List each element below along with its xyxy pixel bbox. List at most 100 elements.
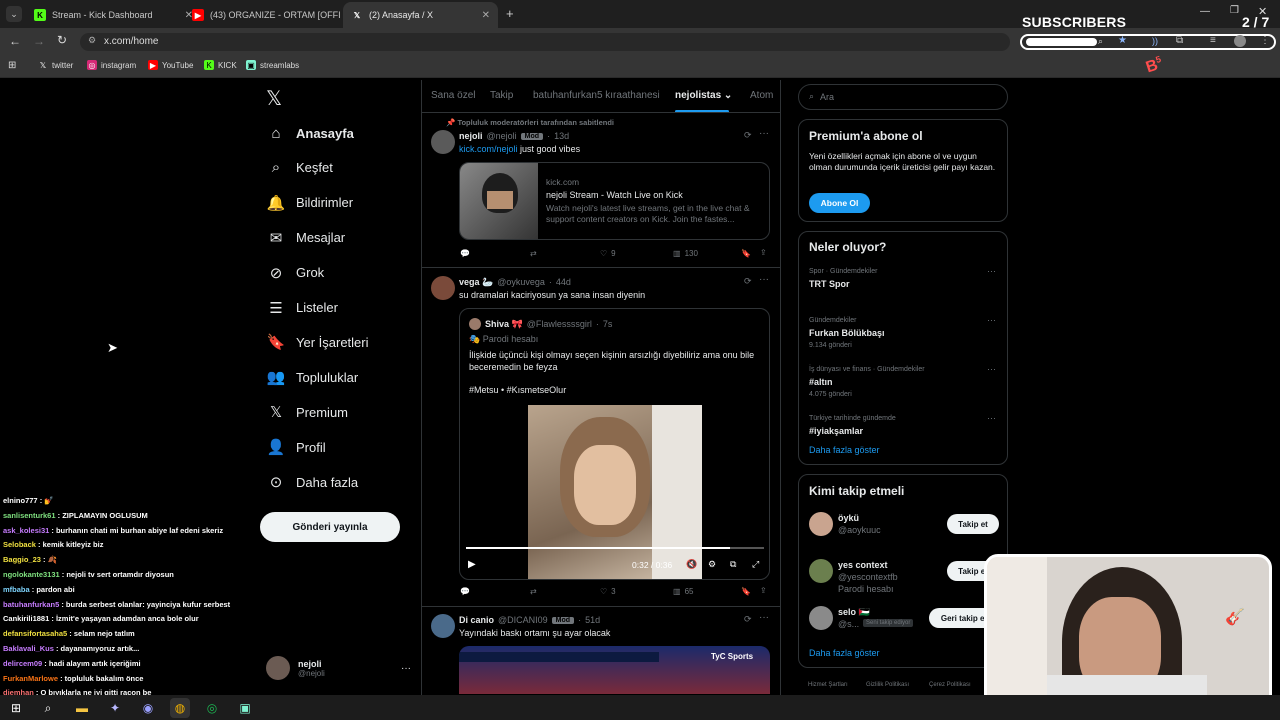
quote-video[interactable] bbox=[528, 405, 702, 579]
nav-item-search[interactable]: ⌕ Keşfet bbox=[266, 153, 333, 183]
like-button[interactable]: ♡ 9 bbox=[600, 249, 616, 258]
browser-tab[interactable]: ▶ (43) ORGANIZE - ORTAM [OFFI ✕ bbox=[184, 2, 359, 28]
grok-icon[interactable]: ⟳ bbox=[744, 276, 752, 287]
playlist-icon[interactable]: ≡ bbox=[1210, 35, 1216, 46]
bookmark-icon[interactable]: 🔖 bbox=[741, 587, 751, 596]
apps-icon[interactable]: ⊞ bbox=[8, 60, 16, 71]
like-button[interactable]: ♡ 3 bbox=[600, 587, 616, 596]
spotify-icon[interactable]: ◎ bbox=[202, 698, 222, 718]
back-icon[interactable]: ← bbox=[9, 34, 21, 48]
post-button[interactable]: Gönderi yayınla bbox=[260, 512, 400, 542]
grok-icon[interactable]: ⟳ bbox=[744, 614, 752, 625]
follow-show-more[interactable]: Daha fazla göster bbox=[809, 648, 880, 658]
tab-nejolistas[interactable]: nejolistas ⌄ bbox=[675, 90, 732, 101]
tab-search-icon[interactable]: ⌄ bbox=[6, 6, 22, 22]
more-icon[interactable]: ··· bbox=[987, 266, 996, 276]
repost-icon[interactable]: ⇄ bbox=[530, 587, 537, 596]
footer-terms[interactable]: Hizmet Şartları bbox=[808, 682, 848, 688]
follow-button[interactable]: Takip et bbox=[947, 514, 999, 534]
fullscreen-icon[interactable]: ⤢ bbox=[752, 559, 759, 570]
follow-name[interactable]: yes context bbox=[838, 560, 888, 570]
link-card[interactable]: kick.com nejoli Stream - Watch Live on K… bbox=[459, 162, 770, 240]
streamlabs-icon[interactable]: ▣ bbox=[235, 698, 255, 718]
tab-kiraathanesi[interactable]: batuhanfurkan5 kıraathanesi bbox=[533, 90, 660, 101]
nav-item-profile[interactable]: 👤 Profil bbox=[266, 432, 326, 462]
post-media[interactable]: TyC Sports bbox=[459, 646, 770, 694]
trend-item[interactable]: #altın bbox=[809, 377, 833, 387]
avatar[interactable] bbox=[431, 614, 455, 638]
play-icon[interactable]: ▶ bbox=[468, 559, 476, 570]
maximize-icon[interactable]: ❐ bbox=[1230, 5, 1239, 16]
minimize-icon[interactable]: — bbox=[1200, 6, 1210, 17]
nav-item-mail[interactable]: ✉ Mesajlar bbox=[266, 223, 345, 253]
search-input[interactable]: ⌕ Ara bbox=[798, 84, 1008, 110]
nav-item-more-circle[interactable]: ⊙ Daha fazla bbox=[266, 467, 358, 497]
trends-show-more[interactable]: Daha fazla göster bbox=[809, 445, 880, 455]
extension-icon[interactable]: )) bbox=[1152, 36, 1158, 46]
share-icon[interactable]: ⇪ bbox=[760, 586, 767, 595]
browser-tab[interactable]: K Stream - Kick Dashboard ✕ bbox=[26, 2, 201, 28]
windows-start-icon[interactable]: ⊞ bbox=[6, 698, 26, 718]
views-button[interactable]: ▥ 130 bbox=[673, 249, 698, 258]
more-icon[interactable]: ··· bbox=[987, 315, 996, 325]
browser-tab-active[interactable]: 𝕏 (2) Anasayfa / X ✕ bbox=[343, 2, 498, 28]
bookmark-streamlabs[interactable]: ▣ streamlabs bbox=[246, 60, 299, 70]
trend-item[interactable]: TRT Spor bbox=[809, 279, 850, 289]
account-switcher[interactable]: nejoli @nejoli ··· bbox=[266, 654, 411, 682]
x-logo-icon[interactable]: 𝕏 bbox=[266, 86, 282, 111]
share-icon[interactable]: ⇪ bbox=[760, 248, 767, 257]
search-icon[interactable]: ⌕ bbox=[38, 698, 58, 718]
quote-tweet[interactable]: Shiva 🎀 @Flawlessssgirl · 7s 🎭 Parodi he… bbox=[459, 308, 770, 580]
menu-dots-icon[interactable]: ⋮ bbox=[1260, 35, 1270, 46]
reply-icon[interactable]: 💬 bbox=[460, 249, 470, 258]
forward-icon[interactable]: → bbox=[33, 34, 45, 48]
address-bar[interactable]: ⚙ x.com/home bbox=[80, 33, 1010, 51]
more-icon[interactable]: ··· bbox=[759, 612, 769, 623]
file-explorer-icon[interactable]: ▬ bbox=[72, 698, 92, 718]
views-button[interactable]: ▥ 65 bbox=[673, 587, 693, 596]
tab-takip[interactable]: Takip bbox=[490, 90, 513, 101]
footer-privacy[interactable]: Gizlilik Politikası bbox=[866, 682, 909, 688]
grok-icon[interactable]: ⟳ bbox=[744, 130, 752, 141]
nav-item-bell[interactable]: 🔔 Bildirimler bbox=[266, 188, 353, 218]
avatar[interactable] bbox=[431, 276, 455, 300]
nav-item-list[interactable]: ☰ Listeler bbox=[266, 293, 338, 323]
chrome-icon[interactable]: ◍ bbox=[170, 698, 190, 718]
tab-sana-ozel[interactable]: Sana özel bbox=[431, 90, 475, 101]
nav-item-home[interactable]: ⌂ Anasayfa bbox=[266, 118, 353, 148]
avatar[interactable] bbox=[809, 512, 833, 536]
bookmark-instagram[interactable]: ◎ instagram bbox=[87, 60, 136, 70]
mute-icon[interactable]: 🔇 bbox=[686, 559, 697, 570]
post-link[interactable]: kick.com/nejoli bbox=[459, 144, 518, 154]
bookmark-icon[interactable]: 🔖 bbox=[741, 249, 751, 258]
discord-icon[interactable]: ◉ bbox=[138, 698, 158, 718]
bookmark-youtube[interactable]: ▶ YouTube bbox=[148, 60, 193, 70]
close-icon[interactable]: ✕ bbox=[482, 10, 490, 21]
trend-item[interactable]: Furkan Bölükbaşı bbox=[809, 328, 885, 338]
star-icon[interactable]: ★ bbox=[1118, 35, 1127, 46]
bookmark-twitter[interactable]: 𝕏twitter bbox=[38, 60, 74, 70]
subscribe-button[interactable]: Abone Ol bbox=[809, 193, 870, 213]
nav-item-bookmark[interactable]: 🔖 Yer İşaretleri bbox=[266, 327, 369, 357]
bookmark-kick[interactable]: K KICK bbox=[204, 60, 237, 70]
app-icon[interactable]: ✦ bbox=[105, 698, 125, 718]
avatar[interactable] bbox=[809, 559, 833, 583]
profile-avatar[interactable] bbox=[1234, 35, 1246, 47]
reply-icon[interactable]: 💬 bbox=[460, 587, 470, 596]
nav-item-communities[interactable]: 👥 Topluluklar bbox=[266, 362, 359, 392]
trend-item[interactable]: #iyiakşamlar bbox=[809, 426, 863, 436]
zoom-icon[interactable]: ⌕ bbox=[1098, 36, 1103, 47]
more-icon[interactable]: ··· bbox=[401, 663, 411, 674]
footer-cookies[interactable]: Çerez Politikası bbox=[929, 682, 971, 688]
avatar[interactable] bbox=[809, 606, 833, 630]
settings-icon[interactable]: ⚙ bbox=[708, 559, 716, 570]
puzzle-icon[interactable]: ⧉ bbox=[1176, 35, 1183, 46]
nav-item-x-premium[interactable]: 𝕏 Premium bbox=[266, 397, 348, 427]
follow-name[interactable]: selo 🇵🇸 bbox=[838, 607, 870, 618]
nav-item-grok[interactable]: ⊘ Grok bbox=[266, 258, 324, 288]
more-icon[interactable]: ··· bbox=[987, 364, 996, 374]
more-icon[interactable]: ··· bbox=[759, 274, 769, 285]
pip-icon[interactable]: ⧉ bbox=[730, 559, 736, 570]
new-tab-button[interactable]: + bbox=[506, 6, 514, 21]
repost-icon[interactable]: ⇄ bbox=[530, 249, 537, 258]
